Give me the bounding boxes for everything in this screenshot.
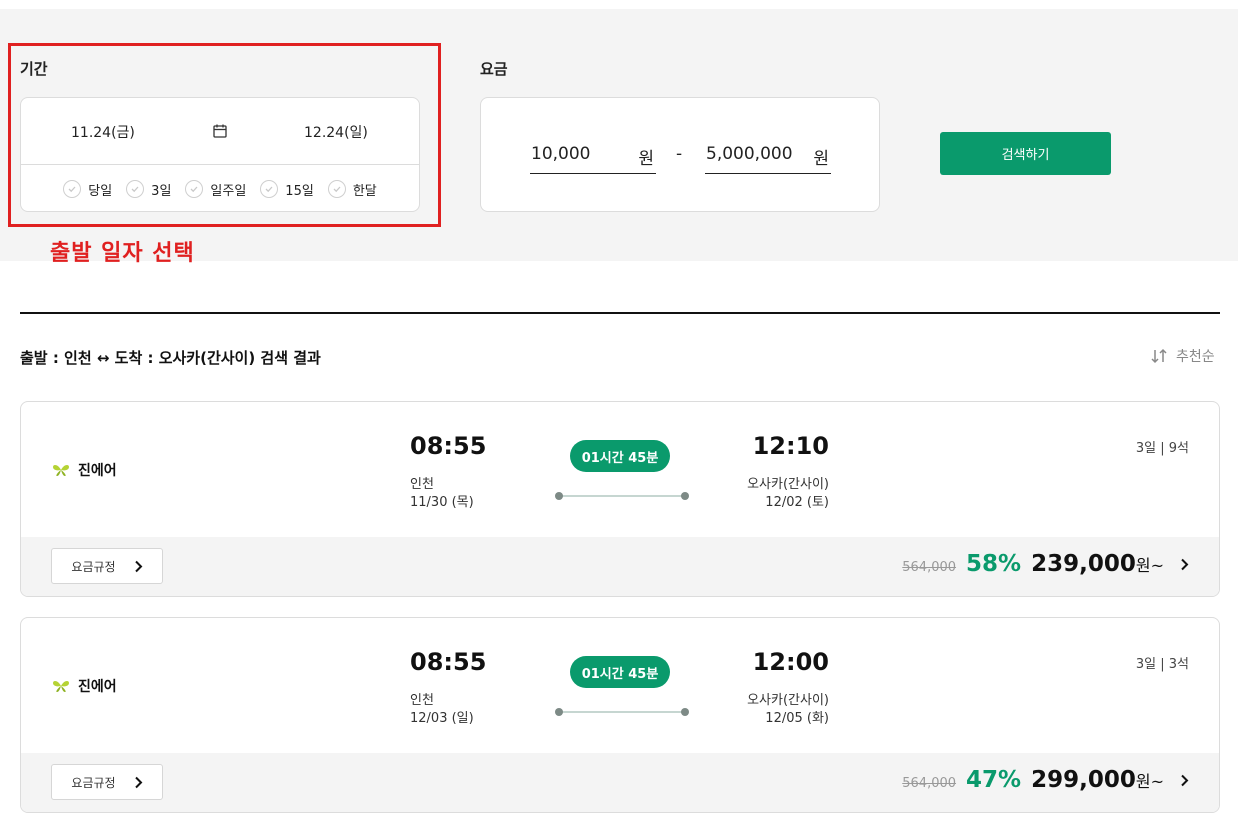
annotation-highlight-box [8, 43, 441, 227]
chevron-right-icon [134, 560, 142, 572]
fare-min-input[interactable]: 10,000 원 [530, 142, 656, 174]
fare-separator: - [676, 144, 683, 164]
arrival-time: 12:00 [752, 648, 829, 676]
fare-min-value: 10,000 [531, 144, 591, 164]
card-footer: 요금규정 564,000 47% 299,000 원~ [21, 753, 1219, 812]
price-unit: 원~ [1135, 556, 1164, 575]
arrival-city: 오사카(간사이) [747, 477, 829, 492]
results-title: 출발 : 인천 ↔ 도착 : 오사카(간사이) 검색 결과 [20, 349, 321, 367]
departure-date: 12/03 (일) [410, 711, 474, 726]
discount-rate: 47% [966, 767, 1022, 793]
sort-icon [1151, 348, 1167, 364]
chevron-right-icon [134, 776, 142, 788]
route-line [555, 708, 689, 716]
fare-max-value: 5,000,000 [706, 144, 793, 164]
arrival-date: 12/02 (토) [765, 495, 829, 510]
departure-date: 11/30 (목) [410, 495, 474, 510]
departure-city: 인천 [410, 693, 434, 708]
fare-min-unit: 원 [638, 149, 654, 169]
discount-rate: 58% [966, 551, 1022, 577]
seats-info: 3일 | 9석 [1135, 441, 1189, 456]
fare-range-selector: 10,000 원 - 5,000,000 원 [480, 97, 880, 212]
price-info[interactable]: 564,000 58% 239,000 원~ [902, 551, 1189, 577]
departure-city: 인천 [410, 477, 434, 492]
sort-label: 추천순 [1176, 349, 1215, 365]
fare-label: 요금 [480, 60, 508, 78]
chevron-right-icon[interactable] [1180, 558, 1189, 571]
departure-time: 08:55 [410, 648, 487, 676]
arrival-date: 12/05 (화) [765, 711, 829, 726]
search-button[interactable]: 검색하기 [940, 132, 1111, 175]
fare-rules-label: 요금규정 [71, 775, 116, 790]
annotation-text: 출발 일자 선택 [50, 241, 195, 266]
butterfly-logo-icon [53, 465, 69, 476]
arrival-city: 오사카(간사이) [747, 693, 829, 708]
fare-rules-button[interactable]: 요금규정 [51, 548, 163, 584]
airline: 진에어 [52, 676, 117, 696]
arrival-time: 12:10 [752, 432, 829, 460]
section-divider [20, 312, 1220, 314]
fare-rules-label: 요금규정 [71, 559, 116, 574]
route-line [555, 492, 689, 500]
card-footer: 요금규정 564,000 58% 239,000 원~ [21, 537, 1219, 596]
fare-rules-button[interactable]: 요금규정 [51, 764, 163, 800]
sort-button[interactable]: 추천순 [1150, 346, 1215, 366]
airline: 진에어 [52, 460, 117, 480]
duration-badge: 01시간 45분 [570, 656, 670, 688]
butterfly-logo-icon [53, 681, 69, 692]
duration-badge: 01시간 45분 [570, 440, 670, 472]
flight-card[interactable]: 진에어 08:55 인천 11/30 (목) 01시간 45분 12:10 오사… [20, 401, 1220, 597]
airline-name: 진에어 [78, 463, 117, 479]
price-unit: 원~ [1135, 772, 1164, 791]
original-price: 564,000 [902, 776, 957, 791]
airline-name: 진에어 [78, 679, 117, 695]
departure-time: 08:55 [410, 432, 487, 460]
flight-card[interactable]: 진에어 08:55 인천 12/03 (일) 01시간 45분 12:00 오사… [20, 617, 1220, 813]
seats-info: 3일 | 3석 [1135, 657, 1189, 672]
fare-max-unit: 원 [813, 149, 829, 169]
original-price: 564,000 [902, 560, 957, 575]
price-info[interactable]: 564,000 47% 299,000 원~ [902, 767, 1189, 793]
sale-price: 239,000 [1031, 551, 1136, 577]
chevron-right-icon[interactable] [1180, 774, 1189, 787]
sale-price: 299,000 [1031, 767, 1136, 793]
fare-max-input[interactable]: 5,000,000 원 [705, 142, 831, 174]
